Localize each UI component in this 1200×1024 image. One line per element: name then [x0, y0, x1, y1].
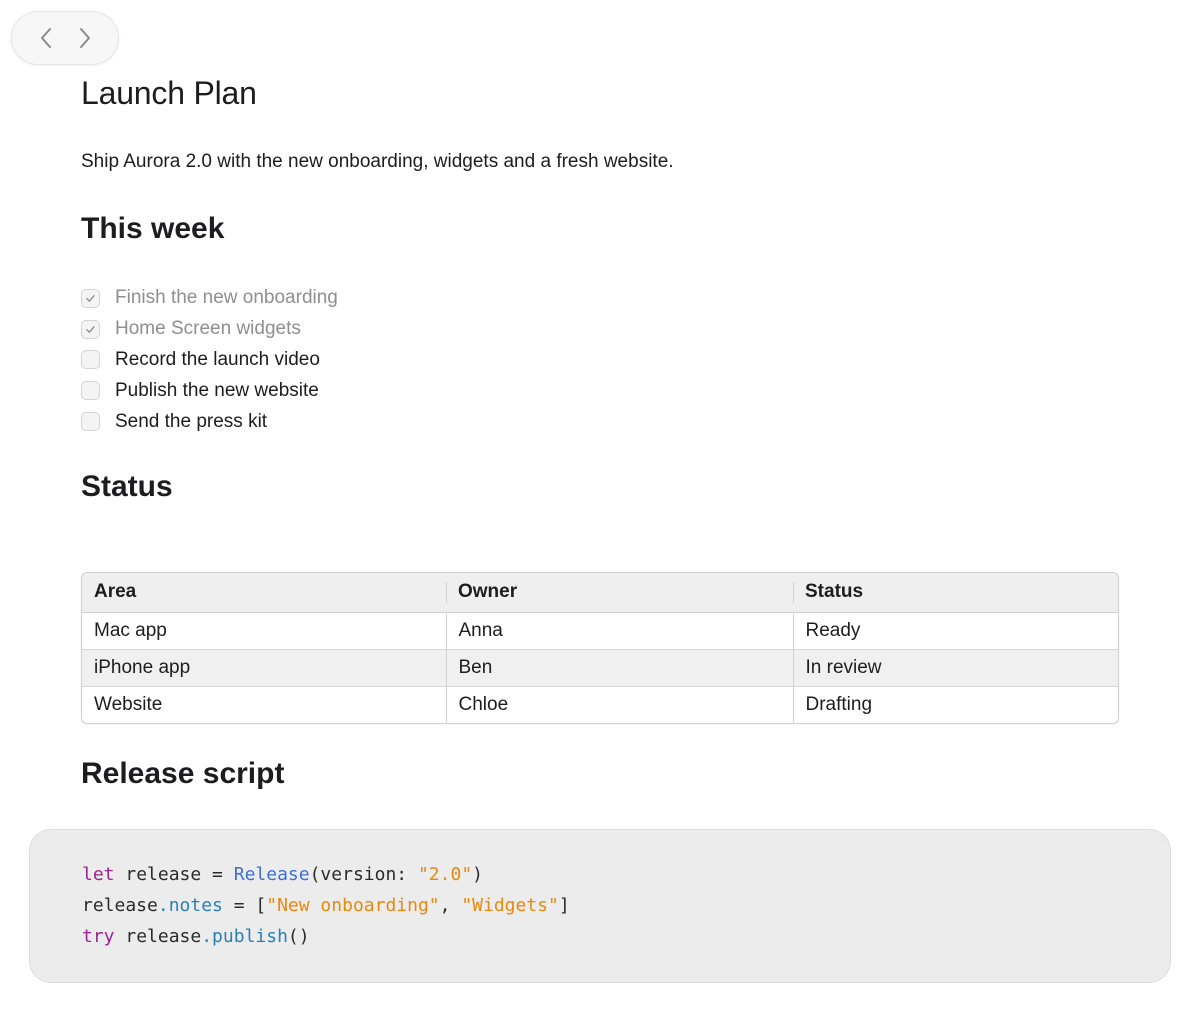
heading-release-script: Release script — [81, 757, 285, 790]
back-button[interactable] — [32, 24, 60, 52]
forward-button[interactable] — [71, 24, 99, 52]
navigation-controls — [11, 11, 119, 65]
code-token: release — [82, 894, 158, 916]
checkmark-icon — [86, 294, 95, 302]
code-token: ) — [472, 864, 483, 885]
table-cell[interactable]: Mac app — [82, 612, 446, 649]
checklist-item: Record the launch video — [81, 345, 338, 376]
column-header-area[interactable]: Area — [82, 573, 446, 613]
code-block[interactable]: let release = Release(version: "2.0") rel… — [29, 829, 1171, 983]
code-token: "Widgets" — [461, 894, 559, 916]
table-cell[interactable]: Ready — [792, 612, 1118, 649]
checklist-item: Finish the new onboarding — [81, 283, 338, 314]
code-token: , — [439, 894, 462, 916]
checkbox[interactable] — [81, 288, 100, 308]
code-token: () — [287, 925, 310, 947]
checkbox[interactable] — [81, 319, 100, 339]
table-row: Mac app Anna Ready — [82, 612, 1118, 649]
code-token: release — [114, 925, 202, 947]
checklist-item: Publish the new website — [81, 375, 338, 406]
table-cell[interactable]: Ben — [445, 648, 793, 686]
checklist-item-label: Home Screen widgets — [115, 318, 301, 340]
code-line: try release.publish() — [82, 922, 1170, 953]
table-row: Website Chloe Drafting — [82, 685, 1118, 723]
code-token: let — [82, 864, 115, 885]
checklist-item-label: Record the launch video — [115, 348, 320, 370]
code-token: = [ — [222, 894, 267, 916]
checklist: Finish the new onboarding Home Screen wid… — [81, 283, 338, 437]
code-token: try — [82, 925, 115, 947]
table-cell[interactable]: Website — [82, 685, 446, 723]
code-token: .publish — [201, 925, 288, 947]
table-cell[interactable]: iPhone app — [82, 648, 446, 686]
code-line: release.notes = ["New onboarding", "Widg… — [82, 891, 1170, 922]
code-token: "New onboarding" — [266, 894, 440, 916]
table-row: iPhone app Ben In review — [82, 648, 1118, 686]
table-cell[interactable]: Chloe — [445, 685, 793, 723]
table-cell[interactable]: Drafting — [792, 685, 1118, 723]
table-cell[interactable]: In review — [792, 648, 1118, 686]
heading-status: Status — [81, 470, 173, 503]
code-token: .notes — [157, 894, 223, 916]
checkbox[interactable] — [81, 381, 100, 401]
code-token: Release — [233, 864, 310, 885]
heading-this-week: This week — [81, 212, 225, 245]
checkbox[interactable] — [81, 412, 100, 432]
chevron-right-icon — [79, 28, 90, 48]
page-description: Ship Aurora 2.0 with the new onboarding,… — [81, 151, 674, 172]
checklist-item-label: Finish the new onboarding — [115, 287, 338, 309]
column-header-owner[interactable]: Owner — [446, 573, 793, 613]
code-token: ] — [558, 894, 570, 916]
page-title: Launch Plan — [81, 75, 257, 111]
checkmark-icon — [86, 325, 95, 333]
table-header-row: Area Owner Status — [82, 573, 1118, 613]
checklist-item: Home Screen widgets — [81, 314, 338, 345]
code-token: "2.0" — [417, 864, 473, 885]
column-header-status[interactable]: Status — [793, 573, 1118, 613]
status-table: Area Owner Status Mac app Anna Ready iPh… — [81, 572, 1119, 724]
code-token: (version: — [309, 864, 418, 885]
code-line: let release = Release(version: "2.0") — [82, 860, 1170, 891]
checkbox[interactable] — [81, 350, 100, 370]
table-cell[interactable]: Anna — [445, 612, 793, 649]
checklist-item-label: Publish the new website — [115, 379, 319, 401]
code-token: release = — [114, 864, 234, 885]
chevron-left-icon — [40, 28, 51, 48]
checklist-item-label: Send the press kit — [115, 410, 268, 432]
checklist-item: Send the press kit — [81, 406, 338, 437]
